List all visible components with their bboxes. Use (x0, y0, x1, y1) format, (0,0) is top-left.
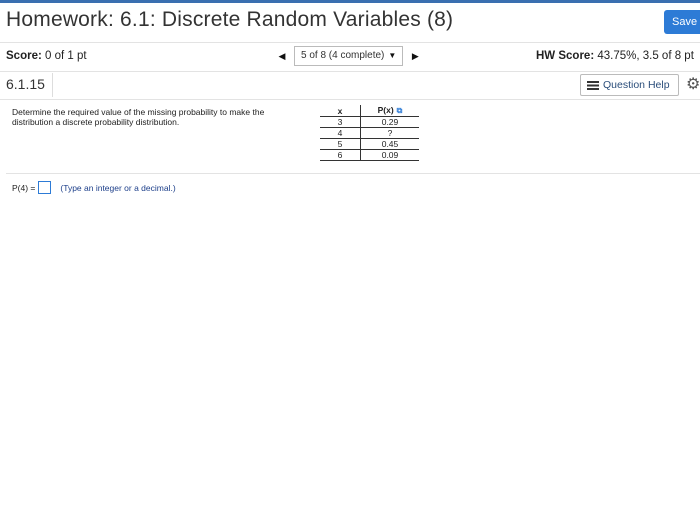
table-header-x: x (320, 105, 361, 117)
table-cell-x: 3 (320, 116, 361, 128)
table-header-px: P(x) ⧉ (360, 105, 419, 117)
save-button[interactable]: Save (664, 10, 700, 34)
next-question-button[interactable]: ▶ (405, 46, 425, 66)
question-number: 6.1.15 (6, 76, 45, 92)
answer-label: P(4) = (12, 182, 36, 193)
prev-question-button[interactable]: ◀ (272, 46, 292, 66)
table-cell-x: 4 (320, 127, 361, 139)
table-header-px-label: P(x) (377, 105, 394, 115)
answer-row: P(4) = (Type an integer or a decimal.) (12, 181, 176, 194)
table-cell-x: 5 (320, 138, 361, 150)
table-cell-px: 0.09 (360, 149, 419, 161)
table-cell-x: 6 (320, 149, 361, 161)
question-bar: 6.1.15 Question Help (0, 71, 700, 100)
question-select-value: 5 of 8 (4 complete) (301, 50, 385, 61)
question-select[interactable]: 5 of 8 (4 complete) ▼ (294, 46, 404, 66)
hw-score-value: 43.75%, 3.5 of 8 pt (597, 50, 694, 62)
gear-icon[interactable]: ⚙ (686, 74, 700, 94)
question-help-button[interactable]: Question Help (580, 74, 679, 96)
copy-icon[interactable]: ⧉ (397, 106, 403, 115)
answer-input[interactable] (38, 181, 52, 194)
page-title: Homework: 6.1: Discrete Random Variables… (6, 8, 454, 31)
score-bar: Score: 0 of 1 pt ◀ 5 of 8 (4 complete) ▼… (0, 42, 700, 72)
question-number-divider (52, 73, 53, 97)
right-triangle-icon: ▶ (411, 50, 419, 61)
table-cell-px: 0.29 (360, 116, 419, 128)
probability-table: x P(x) ⧉ 3 0.29 4 ? 5 0.45 6 0.09 (320, 105, 419, 161)
table-row: 5 0.45 (320, 138, 419, 150)
answer-hint: (Type an integer or a decimal.) (60, 182, 176, 193)
table-cell-px: 0.45 (360, 138, 419, 150)
question-help-label: Question Help (603, 79, 670, 91)
top-accent-bar (0, 0, 700, 3)
down-triangle-icon: ▼ (388, 51, 397, 60)
question-navigator: ◀ 5 of 8 (4 complete) ▼ ▶ (272, 46, 425, 66)
score-label: Score: (6, 50, 42, 62)
question-prompt: Determine the required value of the miss… (12, 107, 265, 127)
section-divider (6, 173, 700, 174)
hw-score-label: HW Score: (536, 50, 595, 62)
table-row: 4 ? (320, 127, 419, 139)
list-icon (587, 80, 599, 90)
table-row: 3 0.29 (320, 116, 419, 128)
hw-score-display: HW Score: 43.75%, 3.5 of 8 pt (536, 50, 694, 62)
left-triangle-icon: ◀ (278, 50, 286, 61)
score-value: 0 of 1 pt (45, 50, 87, 62)
table-row: 6 0.09 (320, 149, 419, 161)
table-cell-px: ? (360, 127, 419, 139)
score-display: Score: 0 of 1 pt (6, 50, 87, 62)
